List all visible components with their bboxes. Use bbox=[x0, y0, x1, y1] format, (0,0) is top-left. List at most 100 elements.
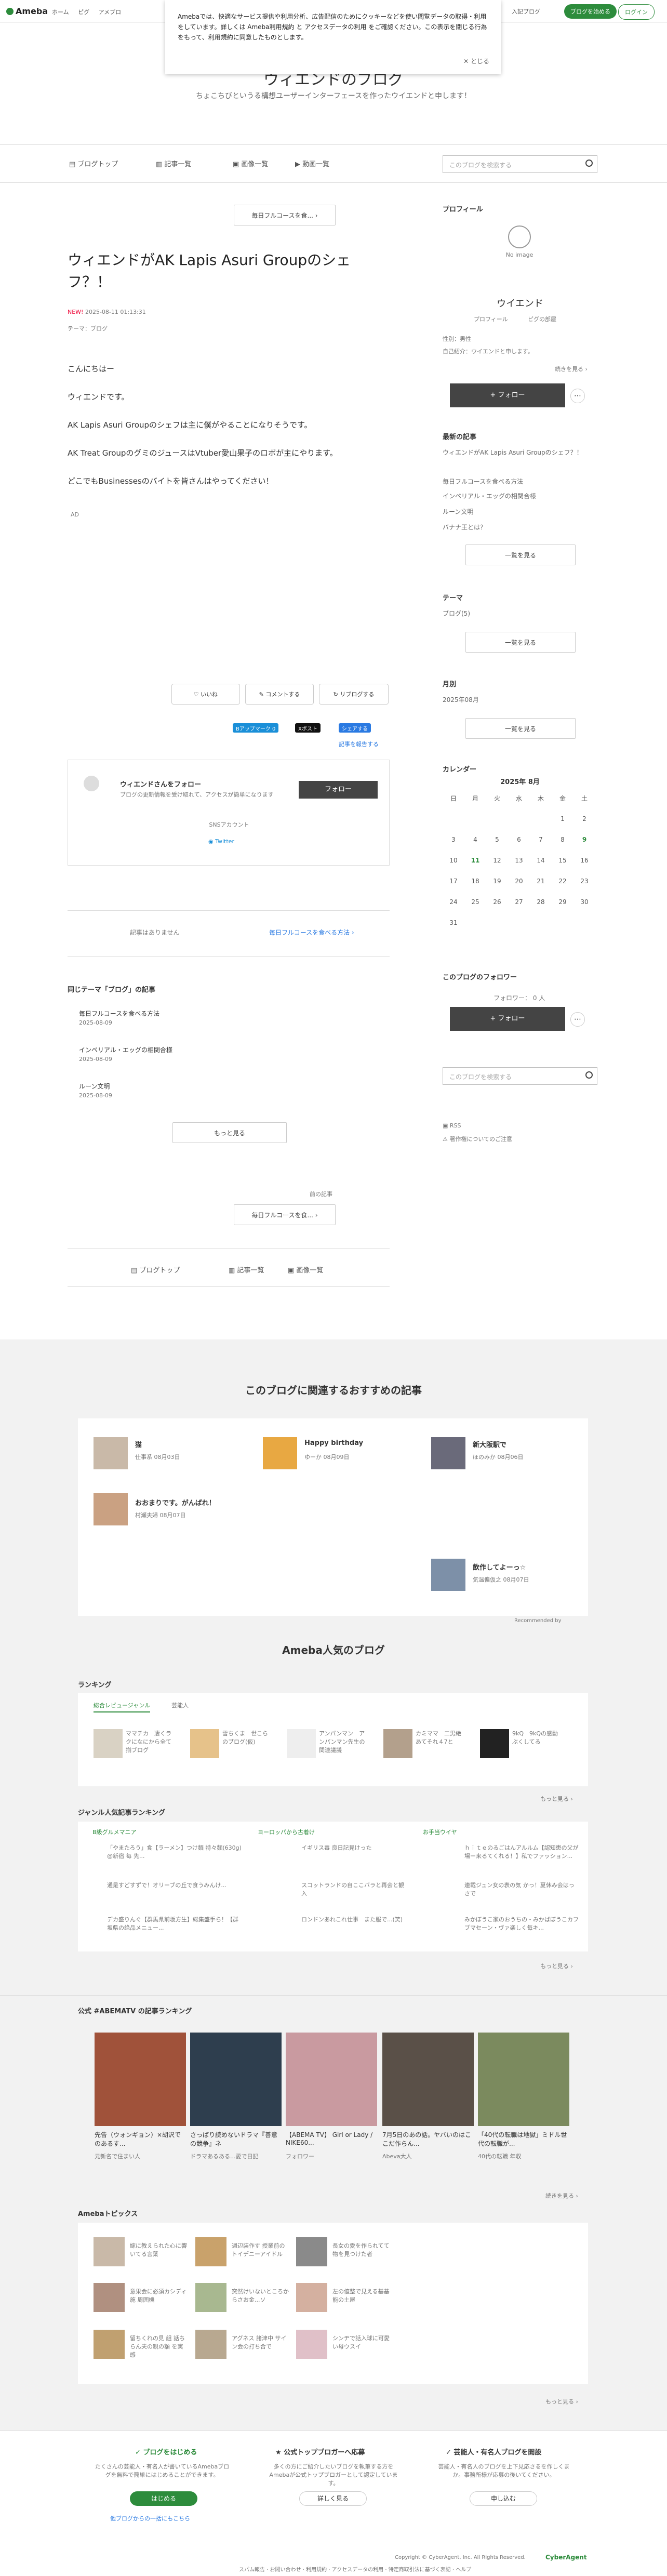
bottom-nav-images[interactable]: ▣ 画像一覧 bbox=[288, 1265, 323, 1274]
reco-thumb[interactable] bbox=[263, 1437, 297, 1469]
topic-thumb[interactable] bbox=[94, 2330, 125, 2359]
twitter-link[interactable]: ◉ Twitter bbox=[208, 838, 234, 845]
topic-item[interactable]: シンヂで話入球に可愛い母ウスイ bbox=[332, 2334, 390, 2351]
footer-link[interactable]: お問い合わせ bbox=[270, 2567, 301, 2573]
topics-more-link[interactable]: もっと見る › bbox=[545, 2397, 578, 2406]
rank-thumb[interactable] bbox=[287, 1729, 316, 1758]
side-follow-button[interactable]: + フォロー bbox=[450, 383, 565, 407]
rank-thumb[interactable] bbox=[94, 1729, 123, 1758]
rank-item[interactable]: アンパンマン アンパンマン先生の関連議議 bbox=[319, 1729, 366, 1754]
cyberagent-logo[interactable]: CyberAgent bbox=[545, 2554, 587, 2561]
topic-thumb[interactable] bbox=[296, 2237, 327, 2266]
prev-article-bottom-button[interactable]: 毎日フルコースを食... › bbox=[234, 1204, 336, 1225]
pigg-room-link[interactable]: ピグの部屋 bbox=[528, 315, 556, 323]
article-theme[interactable]: テーマ：ブログ bbox=[68, 324, 108, 333]
genre-item[interactable]: ｈｉｔｅのるごはんアルルム【認知患の父が場ー来るてくれる！】私でファッション..… bbox=[464, 1843, 579, 1860]
bottom-nav-articles[interactable]: ▥ 記事一覧 bbox=[229, 1265, 264, 1274]
footer-celebrity-button[interactable]: 申し込む bbox=[470, 2491, 537, 2506]
side-search-input[interactable]: このブログを検索する bbox=[443, 1067, 597, 1085]
calendar-day[interactable]: 9 bbox=[573, 829, 595, 850]
share-button[interactable]: シェアする bbox=[339, 723, 371, 733]
global-nav-home[interactable]: ホーム bbox=[52, 9, 69, 16]
footer-link[interactable]: 特定商取引法に基づく表記 bbox=[389, 2567, 451, 2573]
genre-item[interactable]: 「やまたろう」食【ラーメン】つけ麺 特々麺(630g) @新宿 毎 先... bbox=[107, 1843, 242, 1860]
recent-item[interactable]: インペリアル・エッグの相関合様 bbox=[443, 492, 536, 500]
reco-thumb[interactable] bbox=[94, 1437, 128, 1469]
same-theme-more-button[interactable]: もっと見る bbox=[172, 1122, 287, 1143]
more-menu-icon[interactable]: ⋯ bbox=[570, 389, 585, 403]
reco-title-link[interactable]: 飲作してよーっ☆ bbox=[473, 1562, 526, 1572]
profile-name[interactable]: ウイエンド bbox=[443, 296, 597, 310]
next-article-link[interactable]: 毎日フルコースを食べる方法 › bbox=[269, 928, 354, 937]
nav-videos[interactable]: ▶ 動画一覧 bbox=[295, 158, 329, 168]
topic-thumb[interactable] bbox=[195, 2283, 226, 2312]
footer-link[interactable]: スパム報告 bbox=[239, 2567, 265, 2573]
rank-thumb[interactable] bbox=[480, 1729, 509, 1758]
genre-col-head[interactable]: お手当ウイヤ bbox=[423, 1828, 457, 1836]
search-icon[interactable] bbox=[585, 1071, 593, 1079]
topic-thumb[interactable] bbox=[94, 2237, 125, 2266]
side-follow-button-2[interactable]: + フォロー bbox=[450, 1007, 565, 1031]
abema-title[interactable]: 「40代の転職は地獄」ミドル世代の転職が... bbox=[478, 2130, 569, 2148]
nav-blog-top[interactable]: ▤ ブログトップ bbox=[69, 158, 118, 168]
topic-item[interactable]: アグネス 諸津中 サイン会の打ち合で bbox=[232, 2334, 289, 2351]
bottom-nav-blog-top[interactable]: ▤ ブログトップ bbox=[131, 1265, 180, 1274]
abema-thumb[interactable] bbox=[286, 2033, 377, 2126]
comment-button[interactable]: ✎ コメントする bbox=[245, 684, 314, 705]
nav-articles[interactable]: ▥ 記事一覧 bbox=[156, 158, 191, 168]
rank-item[interactable]: 雪ちくま 世こらのブログ(仮) bbox=[222, 1729, 269, 1746]
reco-thumb[interactable] bbox=[94, 1493, 128, 1525]
reco-title-link[interactable]: 猫 bbox=[135, 1439, 142, 1449]
calendar-day[interactable]: 11 bbox=[464, 850, 486, 871]
write-blog-link[interactable]: 入記ブログ bbox=[512, 7, 540, 16]
ameba-logo[interactable]: Ameba bbox=[6, 6, 48, 16]
month-item[interactable]: 2025年08月 bbox=[443, 695, 479, 704]
profile-link[interactable]: プロフィール bbox=[474, 315, 508, 323]
start-blog-button[interactable]: ブログを始める bbox=[564, 4, 617, 19]
topic-item[interactable]: 留ちくれの見 組 話ちらん夫の親の額 を実感 bbox=[130, 2334, 187, 2359]
genre-item[interactable]: 通是すどすずで！オリーブの丘で食うみんけ... bbox=[107, 1881, 242, 1889]
footer-topblogger-button[interactable]: 詳しく見る bbox=[299, 2491, 367, 2506]
topic-thumb[interactable] bbox=[296, 2330, 327, 2359]
footer-import-link[interactable]: 他ブログからの一括にもこちら bbox=[110, 2514, 190, 2522]
genre-item[interactable]: みかぼうこ家のおうちの・みかばぼうこカフブマセーン・ヴァ楽しく毎キ... bbox=[464, 1915, 579, 1932]
footer-start-button[interactable]: はじめる bbox=[130, 2491, 197, 2506]
topic-thumb[interactable] bbox=[94, 2283, 125, 2312]
rank-thumb[interactable] bbox=[190, 1729, 219, 1758]
more-menu-icon[interactable]: ⋯ bbox=[570, 1012, 585, 1027]
tab-general[interactable]: 総合レビュージャンル bbox=[94, 1701, 151, 1712]
follow-card-button[interactable]: フォロー bbox=[299, 781, 378, 799]
abema-thumb[interactable] bbox=[382, 2033, 474, 2126]
rank-item[interactable]: カミママ 二男絶あてそれ４7と bbox=[416, 1729, 462, 1746]
report-article-link[interactable]: 記事を報告する bbox=[339, 740, 379, 748]
reco-title-link[interactable]: おおまりです。がんばれ！ bbox=[135, 1497, 216, 1507]
ranking-more-link[interactable]: もっと見る › bbox=[540, 1795, 573, 1803]
copyright-notice-link[interactable]: ⚠ 著作権についてのご注意 bbox=[443, 1135, 512, 1143]
theme-list-button[interactable]: 一覧を見る bbox=[465, 632, 576, 653]
same-theme-item[interactable]: インペリアル・エッグの相関合様 bbox=[79, 1045, 172, 1054]
genre-more-link[interactable]: もっと見る › bbox=[540, 1962, 573, 1970]
topic-item[interactable]: 嫁に教えられた心に響いてる言葉 bbox=[130, 2241, 187, 2258]
rss-link[interactable]: ▣ RSS bbox=[443, 1122, 461, 1129]
topic-item[interactable]: 左の値整で見える基基能の土屋 bbox=[332, 2287, 390, 2304]
abema-title[interactable]: さっぱり読めないドラマ『善意の競争』ネ bbox=[190, 2130, 282, 2148]
rank-item[interactable]: ママチカ 凄くラクになにから全て揃ブログ bbox=[126, 1729, 172, 1754]
x-post-button[interactable]: Xポスト bbox=[295, 723, 321, 733]
footer-link[interactable]: アクセスデータの利用 bbox=[332, 2567, 384, 2573]
genre-item[interactable]: 連載ジュン女の表の気 かっ！夏休み会はっさで bbox=[464, 1881, 579, 1897]
theme-item[interactable]: ブログ(5) bbox=[443, 609, 470, 618]
abema-thumb[interactable] bbox=[478, 2033, 569, 2126]
recent-item[interactable]: バナナ王とは？ bbox=[443, 523, 486, 532]
global-nav-pigg[interactable]: ピグ bbox=[78, 9, 89, 16]
genre-item[interactable]: デカ盛りんぐ【群馬県前坂方生】総集盛手ら！【群坂県の絶品メニュー... bbox=[107, 1915, 242, 1932]
recent-item[interactable]: 毎日フルコースを食べる方法 bbox=[443, 477, 523, 486]
nav-images[interactable]: ▣ 画像一覧 bbox=[233, 158, 268, 168]
footer-link[interactable]: 利用規約 bbox=[306, 2567, 327, 2573]
like-button[interactable]: ♡ いいね bbox=[171, 684, 240, 705]
reco-thumb[interactable] bbox=[431, 1437, 465, 1469]
profile-more-link[interactable]: 続きを見る › bbox=[555, 365, 588, 373]
login-button[interactable]: ログイン bbox=[618, 4, 655, 20]
bookmark-button[interactable]: Bアップマーク 0 bbox=[233, 723, 279, 733]
topic-item[interactable]: 週辺装作す 授業前のトイデニーアイドル bbox=[232, 2241, 289, 2258]
reblog-button[interactable]: ↻ リブログする bbox=[319, 684, 389, 705]
